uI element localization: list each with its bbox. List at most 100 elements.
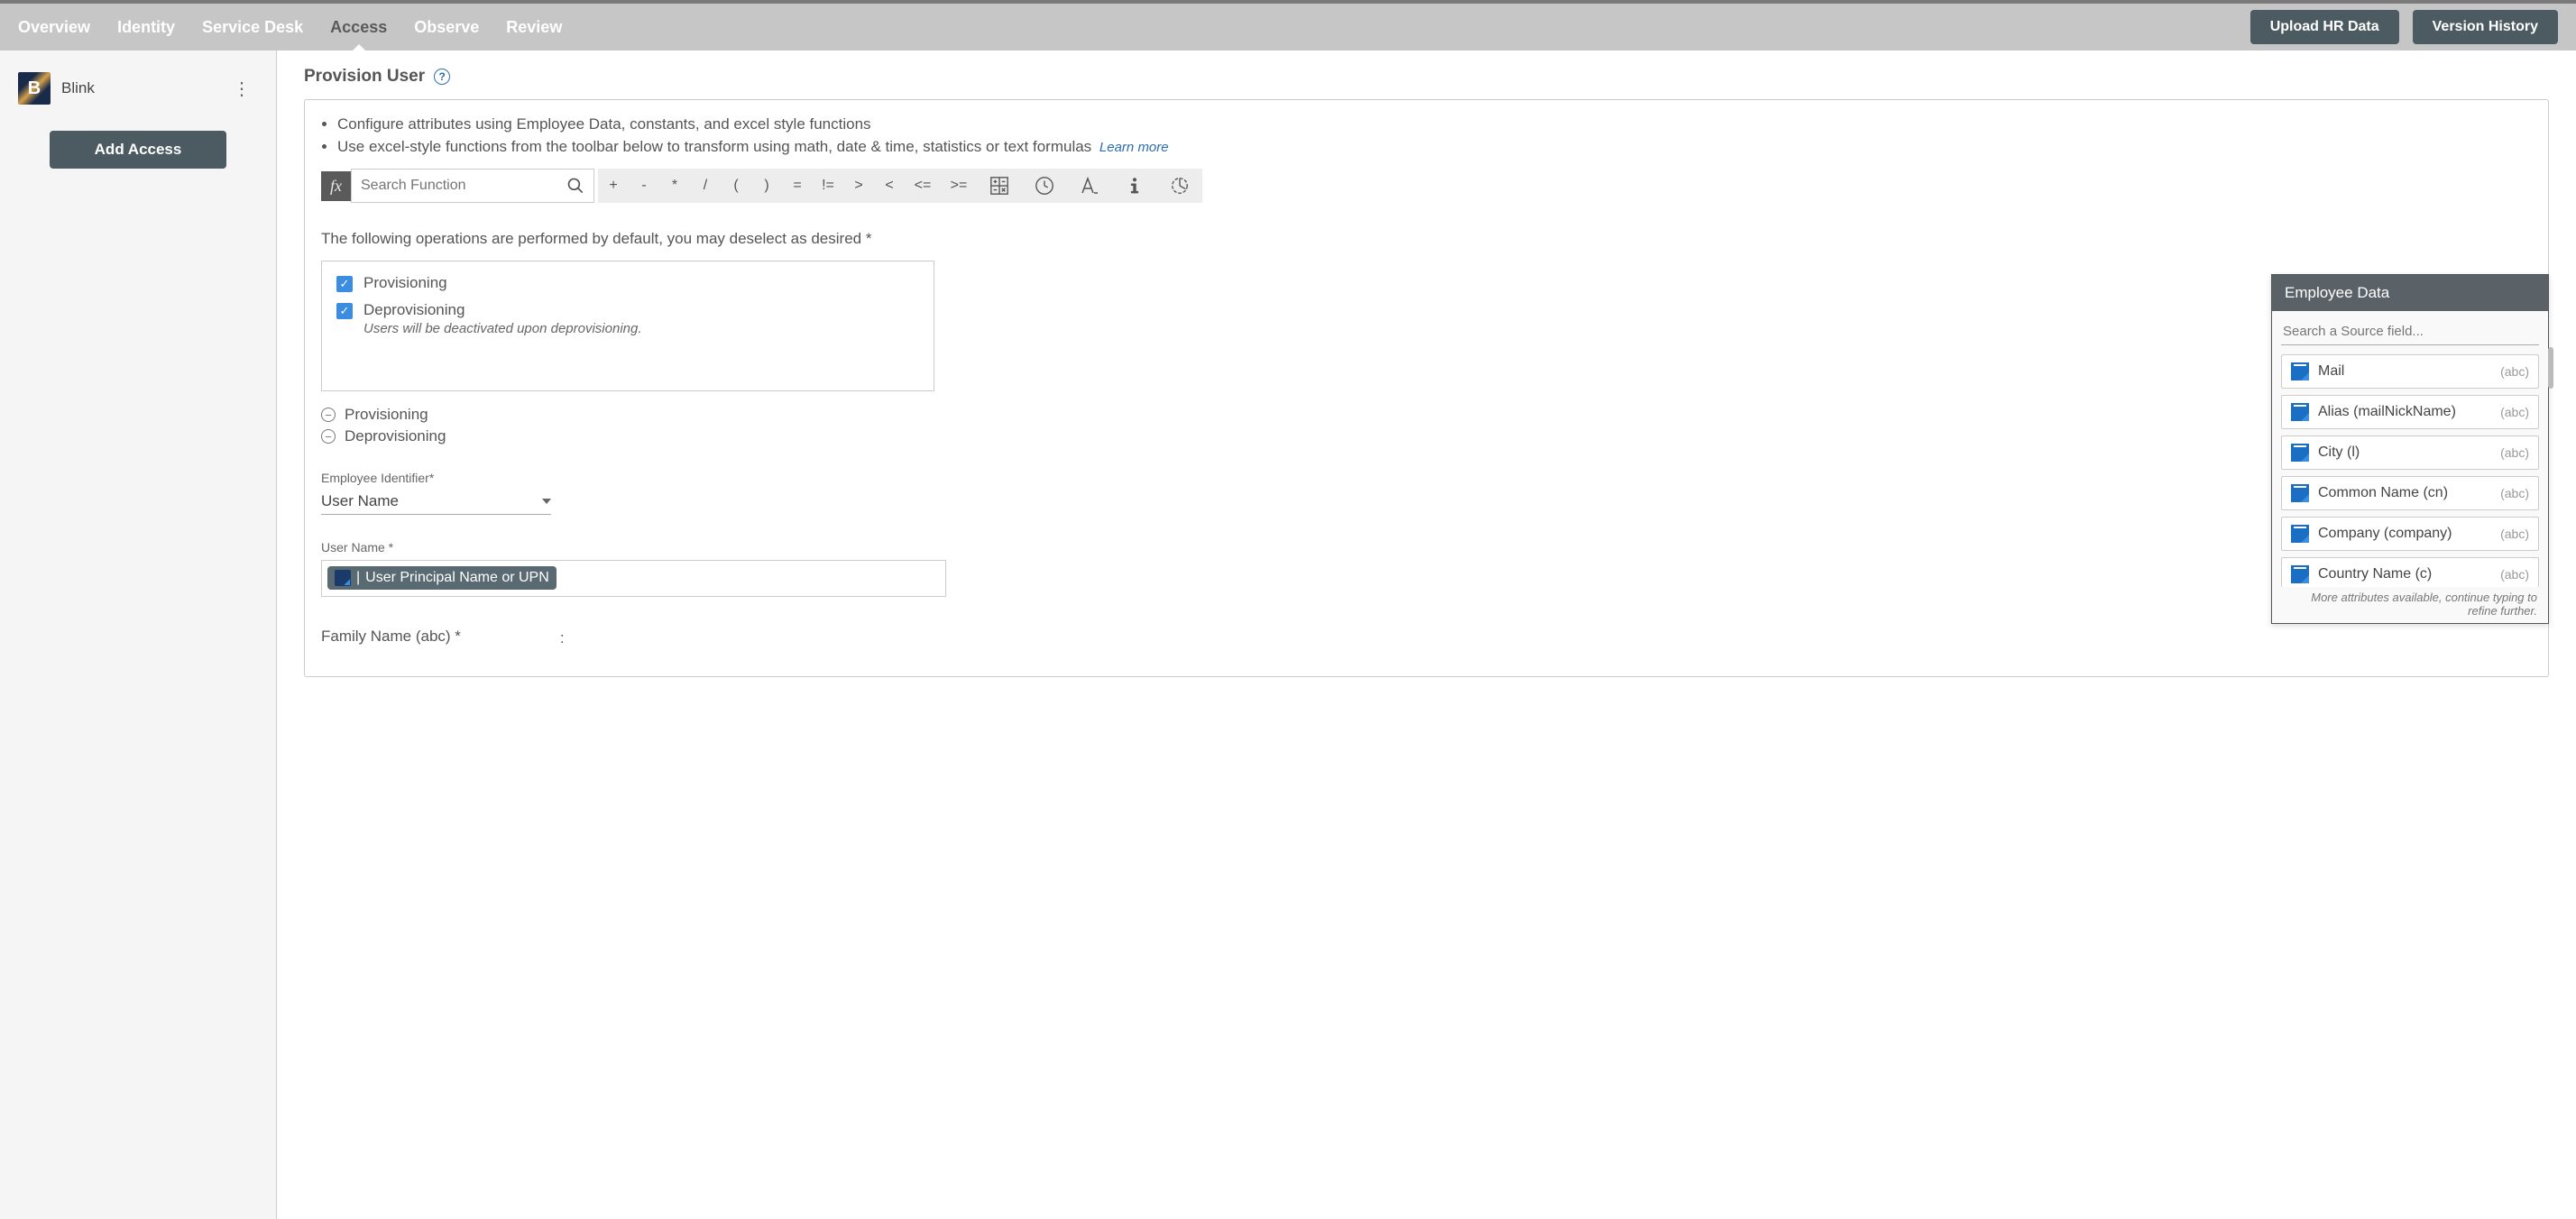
emp-item-mail[interactable]: Mail (abc) bbox=[2281, 354, 2539, 389]
version-history-button[interactable]: Version History bbox=[2413, 10, 2558, 44]
provisioning-checkbox[interactable]: ✓ bbox=[336, 276, 353, 292]
employee-data-search-input[interactable] bbox=[2281, 318, 2539, 345]
top-buttons: Upload HR Data Version History bbox=[2250, 10, 2558, 44]
chevron-down-icon bbox=[542, 499, 551, 504]
page-title: Provision User bbox=[304, 67, 425, 87]
collapse-provisioning-icon[interactable]: − bbox=[321, 408, 336, 422]
chip-cursor: | bbox=[356, 570, 360, 586]
op-left-paren[interactable]: ( bbox=[721, 178, 751, 194]
emp-item-country[interactable]: Country Name (c) (abc) bbox=[2281, 557, 2539, 587]
tab-service-desk[interactable]: Service Desk bbox=[202, 5, 303, 50]
kebab-menu-icon[interactable]: ⋮ bbox=[225, 74, 258, 104]
tab-access[interactable]: Access bbox=[330, 5, 387, 50]
source-field-icon bbox=[2291, 565, 2309, 583]
tab-identity[interactable]: Identity bbox=[117, 5, 175, 50]
op-not-equals[interactable]: != bbox=[813, 178, 843, 194]
upload-hr-data-button[interactable]: Upload HR Data bbox=[2250, 10, 2399, 44]
source-field-icon bbox=[2291, 444, 2309, 462]
emp-item-label: Company (company) bbox=[2318, 526, 2452, 542]
op-less-equal[interactable]: <= bbox=[905, 178, 941, 194]
emp-item-label: Mail bbox=[2318, 363, 2344, 380]
text-category-icon[interactable] bbox=[1067, 175, 1112, 197]
employee-data-header: Employee Data bbox=[2272, 275, 2548, 311]
collapse-deprovisioning-icon[interactable]: − bbox=[321, 429, 336, 444]
user-name-chip[interactable]: | User Principal Name or UPN bbox=[327, 566, 557, 590]
fx-operators: + - * / ( ) = != > < <= >= bbox=[598, 169, 1202, 203]
user-name-input[interactable]: | User Principal Name or UPN bbox=[321, 560, 946, 597]
instruction-1: Configure attributes using Employee Data… bbox=[337, 114, 2532, 136]
scrollbar-thumb[interactable] bbox=[2548, 347, 2553, 389]
search-icon[interactable] bbox=[566, 176, 584, 196]
op-multiply[interactable]: * bbox=[659, 178, 690, 194]
op-equals[interactable]: = bbox=[782, 178, 813, 194]
source-field-icon bbox=[2291, 525, 2309, 543]
emp-item-label: Common Name (cn) bbox=[2318, 485, 2448, 501]
top-tabs: Overview Identity Service Desk Access Ob… bbox=[18, 5, 2250, 50]
operations-box: ✓ Provisioning ✓ Deprovisioning Users wi… bbox=[321, 261, 934, 391]
emp-item-city[interactable]: City (l) (abc) bbox=[2281, 435, 2539, 470]
collapse-deprovisioning-label: Deprovisioning bbox=[345, 427, 446, 445]
emp-item-common-name[interactable]: Common Name (cn) (abc) bbox=[2281, 476, 2539, 510]
emp-item-label: Country Name (c) bbox=[2318, 566, 2432, 582]
operations-description: The following operations are performed b… bbox=[321, 230, 2532, 248]
user-name-chip-text: User Principal Name or UPN bbox=[365, 570, 549, 586]
stats-category-icon[interactable] bbox=[1157, 176, 1202, 196]
family-name-colon: : bbox=[560, 629, 565, 647]
source-field-icon bbox=[2291, 403, 2309, 421]
op-greater-than[interactable]: > bbox=[843, 178, 874, 194]
employee-identifier-value: User Name bbox=[321, 492, 399, 510]
instructions-list: Configure attributes using Employee Data… bbox=[337, 114, 2532, 158]
app-name: Blink bbox=[61, 79, 225, 97]
deprovisioning-checkbox-label: Deprovisioning bbox=[363, 301, 465, 319]
employee-data-footer: More attributes available, continue typi… bbox=[2281, 587, 2539, 618]
top-nav-bar: Overview Identity Service Desk Access Ob… bbox=[0, 0, 2576, 50]
fx-toolbar: fx + - * / ( ) = != > < <= >= bbox=[321, 169, 2532, 203]
fx-badge: fx bbox=[321, 171, 351, 201]
emp-item-type: (abc) bbox=[2500, 364, 2529, 379]
sidebar-app-row[interactable]: B Blink ⋮ bbox=[0, 60, 276, 117]
collapse-provisioning-label: Provisioning bbox=[345, 406, 428, 424]
instruction-2-text: Use excel-style functions from the toolb… bbox=[337, 138, 1091, 155]
employee-data-panel: Employee Data Mail (abc) Alias (mailNick… bbox=[2271, 274, 2549, 624]
op-plus[interactable]: + bbox=[598, 178, 629, 194]
tab-review[interactable]: Review bbox=[506, 5, 562, 50]
op-minus[interactable]: - bbox=[629, 178, 659, 194]
deprovisioning-checkbox[interactable]: ✓ bbox=[336, 303, 353, 319]
app-icon: B bbox=[18, 72, 51, 105]
provisioning-checkbox-label: Provisioning bbox=[363, 274, 447, 292]
content-box: Configure attributes using Employee Data… bbox=[304, 99, 2549, 677]
search-function-input[interactable] bbox=[361, 178, 566, 194]
info-category-icon[interactable] bbox=[1112, 176, 1157, 196]
tab-observe[interactable]: Observe bbox=[414, 5, 479, 50]
op-less-than[interactable]: < bbox=[874, 178, 905, 194]
emp-item-type: (abc) bbox=[2500, 486, 2529, 500]
sidebar: B Blink ⋮ Add Access bbox=[0, 50, 277, 1219]
add-access-button[interactable]: Add Access bbox=[50, 131, 227, 169]
fx-search-wrap bbox=[351, 169, 594, 203]
learn-more-link[interactable]: Learn more bbox=[1099, 140, 1169, 155]
employee-data-list: Mail (abc) Alias (mailNickName) (abc) Ci… bbox=[2281, 354, 2539, 587]
emp-item-label: Alias (mailNickName) bbox=[2318, 404, 2456, 420]
math-category-icon[interactable] bbox=[977, 176, 1022, 196]
op-greater-equal[interactable]: >= bbox=[941, 178, 977, 194]
emp-item-label: City (l) bbox=[2318, 445, 2360, 461]
emp-item-type: (abc) bbox=[2500, 405, 2529, 419]
source-field-icon bbox=[335, 570, 351, 586]
help-icon[interactable]: ? bbox=[434, 69, 450, 85]
employee-identifier-select[interactable]: User Name bbox=[321, 489, 551, 515]
op-divide[interactable]: / bbox=[690, 178, 721, 194]
emp-item-type: (abc) bbox=[2500, 445, 2529, 460]
main-content: Provision User ? Configure attributes us… bbox=[277, 50, 2576, 1219]
tab-overview[interactable]: Overview bbox=[18, 5, 90, 50]
emp-item-type: (abc) bbox=[2500, 527, 2529, 541]
emp-item-type: (abc) bbox=[2500, 567, 2529, 582]
instruction-2: Use excel-style functions from the toolb… bbox=[337, 136, 2532, 159]
time-category-icon[interactable] bbox=[1022, 176, 1067, 196]
emp-item-alias[interactable]: Alias (mailNickName) (abc) bbox=[2281, 395, 2539, 429]
emp-item-company[interactable]: Company (company) (abc) bbox=[2281, 517, 2539, 551]
deprovisioning-note: Users will be deactivated upon deprovisi… bbox=[363, 321, 919, 336]
employee-data-body: Mail (abc) Alias (mailNickName) (abc) Ci… bbox=[2272, 311, 2548, 623]
op-right-paren[interactable]: ) bbox=[751, 178, 782, 194]
source-field-icon bbox=[2291, 362, 2309, 380]
user-name-label: User Name * bbox=[321, 540, 2532, 555]
